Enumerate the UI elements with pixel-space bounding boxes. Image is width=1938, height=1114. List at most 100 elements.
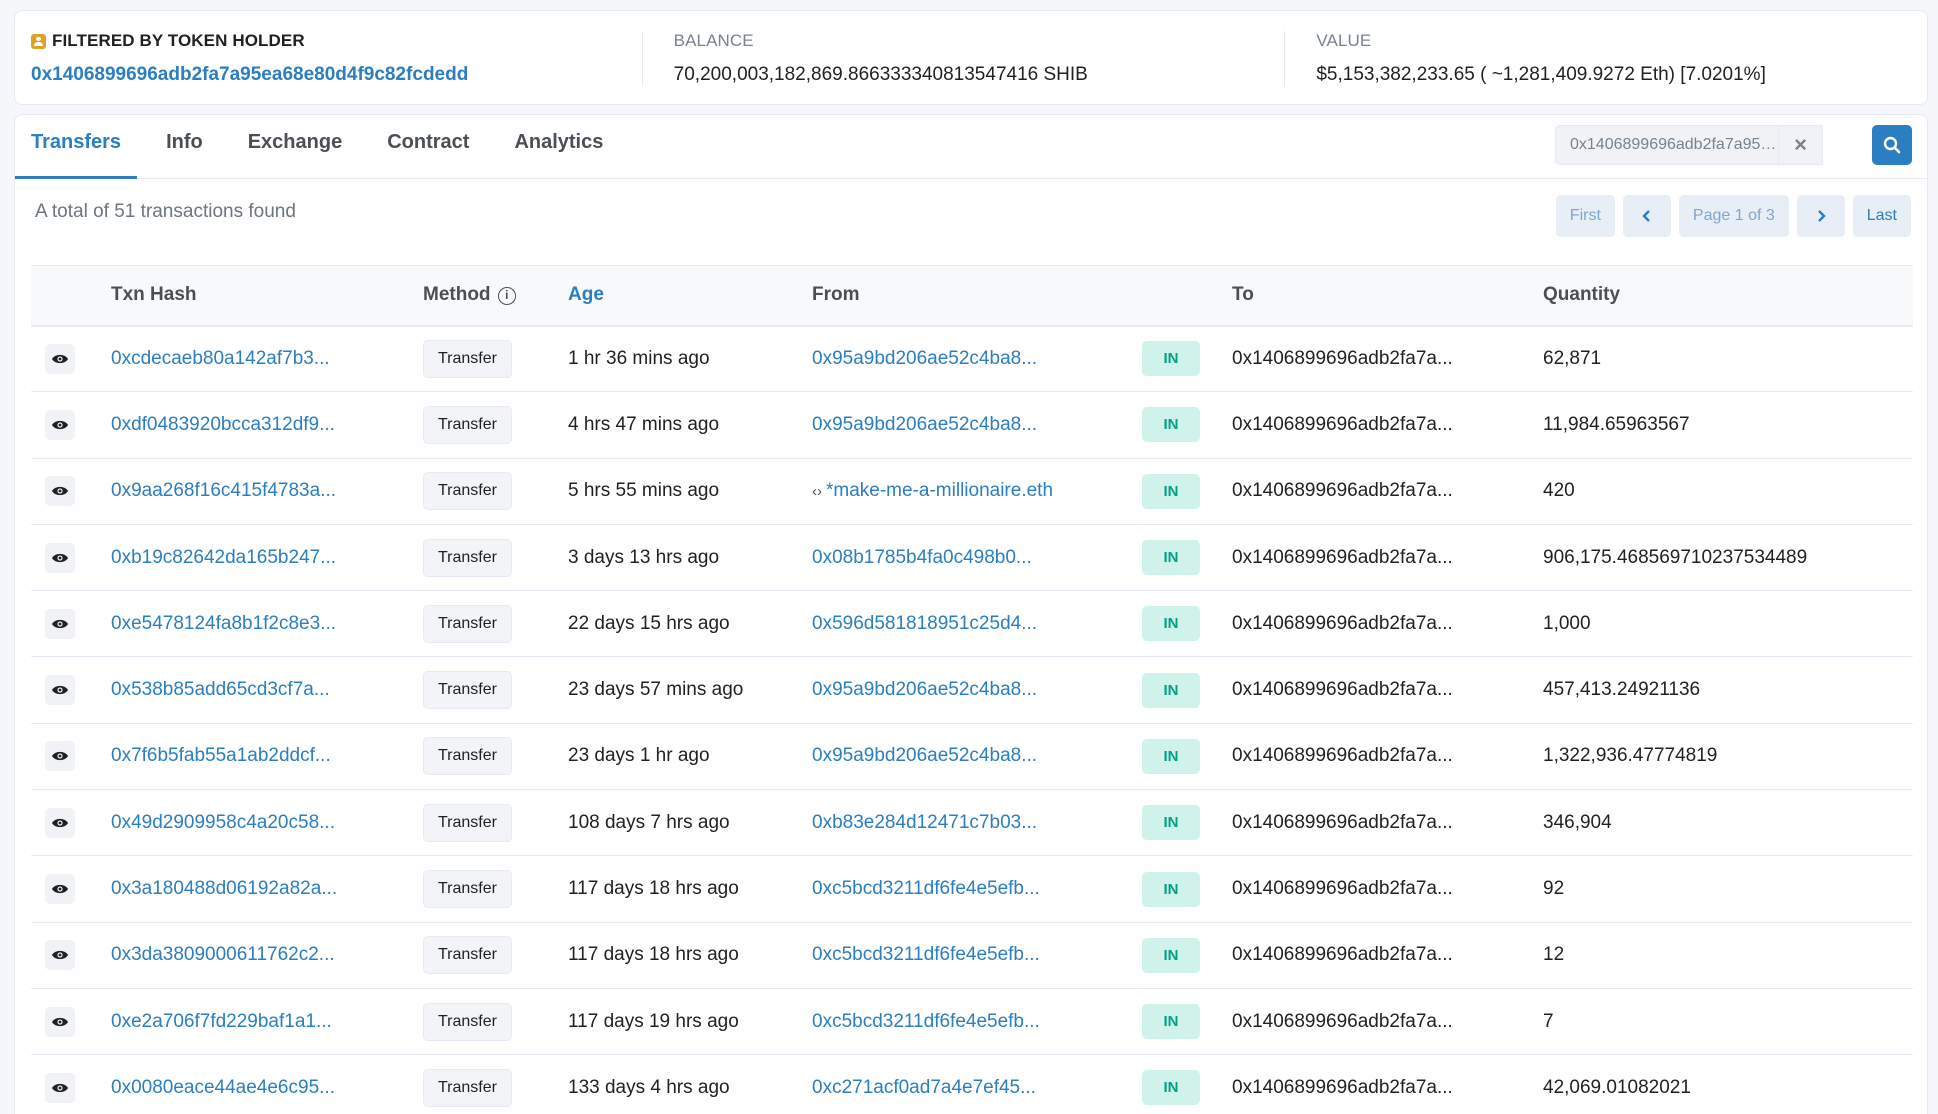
direction-cell: IN [1142,524,1232,590]
from-address-link[interactable]: 0xc5bcd3211df6fe4e5efb... [812,878,1040,899]
txn-hash-link[interactable]: 0x9aa268f16c415f4783a... [111,458,423,524]
method-badge: Transfer [423,737,512,776]
table-row: 0xcdecaeb80a142af7b3... Transfer 1 hr 36… [31,326,1913,392]
table-header-row: Txn Hash Method i Age From To Quantity [31,265,1913,326]
eye-cell [31,790,111,856]
txn-hash-link[interactable]: 0xdf0483920bcca312df9... [111,392,423,458]
from-address-link[interactable]: 0x95a9bd206ae52c4ba8... [812,348,1037,369]
from-address-link[interactable]: 0xc5bcd3211df6fe4e5efb... [812,1011,1040,1032]
first-page-button[interactable]: First [1555,195,1615,237]
table-row: 0x9aa268f16c415f4783a... Transfer 5 hrs … [31,458,1913,525]
quantity-cell: 457,413.24921136 [1543,679,1701,701]
transfers-card: Transfers Info Exchange Contract Analyti… [14,114,1928,1114]
table-row: 0xe5478124fa8b1f2c8e3... Transfer 22 day… [31,591,1913,657]
eye-icon[interactable] [45,675,75,706]
table-row: 0xe2a706f7fd229baf1a1... Transfer 117 da… [31,988,1913,1055]
to-address: 0x1406899696adb2fa7a... [1232,347,1453,369]
tab-bar: Transfers Info Exchange Contract Analyti… [14,115,1927,179]
txn-hash-link[interactable]: 0xe5478124fa8b1f2c8e3... [111,591,423,657]
to-address: 0x1406899696adb2fa7a... [1232,1010,1453,1032]
direction-badge: IN [1142,540,1200,576]
table-row: 0xb19c82642da165b247... Transfer 3 days … [31,524,1913,591]
pagination: First Page 1 of 3 Last [1555,195,1911,237]
to-address: 0x1406899696adb2fa7a... [1232,480,1453,502]
from-address-link[interactable]: 0xc271acf0ad7a4e7ef45... [812,1077,1036,1098]
eye-icon[interactable] [45,1006,75,1037]
close-icon[interactable]: × [1778,126,1822,164]
from-address-link[interactable]: 0x95a9bd206ae52c4ba8... [812,745,1037,766]
chevron-right-icon [1817,210,1826,222]
tab-info[interactable]: Info [166,131,203,178]
method-cell: Transfer [423,988,568,1054]
quantity-cell: 1,322,936.47774819 [1543,745,1718,767]
eye-icon[interactable] [45,874,75,905]
address-filter-input[interactable] [1556,136,1778,154]
from-cell: 0xc5bcd3211df6fe4e5efb... [812,988,1142,1054]
from-cell: ‹› *make-me-a-millionaire.eth [812,458,1142,524]
txn-hash-link[interactable]: 0x538b85add65cd3cf7a... [111,657,423,723]
txn-hash-link[interactable]: 0x49d2909958c4a20c58... [111,790,423,856]
eye-icon[interactable] [45,409,75,440]
direction-badge: IN [1142,672,1200,708]
eye-icon[interactable] [45,807,75,838]
txn-hash-link[interactable]: 0xe2a706f7fd229baf1a1... [111,988,423,1054]
direction-cell: IN [1142,657,1232,723]
last-page-button[interactable]: Last [1852,195,1911,237]
quantity-cell: 42,069.01082021 [1543,1076,1691,1098]
txn-hash-link[interactable]: 0x3a180488d06192a82a... [111,856,423,922]
eye-icon[interactable] [45,741,75,772]
txn-hash-link[interactable]: 0x7f6b5fab55a1ab2ddcf... [111,723,423,789]
to-address: 0x1406899696adb2fa7a... [1232,679,1453,701]
direction-cell: IN [1142,723,1232,789]
balance-cell: BALANCE 70,200,003,182,869.8663333408135… [641,11,1285,104]
age-cell: 117 days 18 hrs ago [568,944,739,966]
from-address-link[interactable]: 0x08b1785b4fa0c498b0... [812,547,1032,568]
header-age[interactable]: Age [568,266,812,326]
txn-hash-link[interactable]: 0xcdecaeb80a142af7b3... [111,326,423,392]
from-cell: 0xc5bcd3211df6fe4e5efb... [812,922,1142,988]
balance-label: BALANCE [673,31,754,50]
from-cell: 0x95a9bd206ae52c4ba8... [812,657,1142,723]
from-address-link[interactable]: 0x596d581818951c25d4... [812,613,1037,634]
method-badge: Transfer [423,538,512,577]
table-row: 0x49d2909958c4a20c58... Transfer 108 day… [31,790,1913,856]
value-label: VALUE [1316,31,1372,50]
balance-value: 70,200,003,182,869.866333340813547416 SH… [673,64,1088,85]
tab-contract[interactable]: Contract [387,131,469,178]
tab-exchange[interactable]: Exchange [248,131,342,178]
from-cell: 0xc5bcd3211df6fe4e5efb... [812,856,1142,922]
from-address-link[interactable]: 0xc5bcd3211df6fe4e5efb... [812,944,1040,965]
method-cell: Transfer [423,392,568,458]
tab-transfers[interactable]: Transfers [14,131,138,179]
next-page-button[interactable] [1796,195,1845,237]
holder-address-link[interactable]: 0x1406899696adb2fa7a95ea68e80d4f9c82fcde… [31,64,642,86]
eye-icon[interactable] [45,1072,75,1103]
table-row: 0x0080eace44ae4e6c95... Transfer 133 day… [31,1055,1913,1114]
tab-analytics[interactable]: Analytics [514,131,603,178]
txn-hash-link[interactable]: 0xb19c82642da165b247... [111,524,423,590]
token-holder-summary: FILTERED BY TOKEN HOLDER 0x1406899696adb… [14,10,1928,105]
txn-hash-link[interactable]: 0x3da3809000611762c2... [111,922,423,988]
header-txn-hash: Txn Hash [111,284,197,306]
prev-page-button[interactable] [1622,195,1671,237]
from-cell: 0x95a9bd206ae52c4ba8... [812,392,1142,458]
info-icon[interactable]: i [497,287,516,306]
eye-icon[interactable] [45,343,75,374]
eye-icon[interactable] [45,608,75,639]
transactions-count: A total of 51 transactions found [35,201,296,222]
from-address-link[interactable]: 0x95a9bd206ae52c4ba8... [812,679,1037,700]
from-address-link[interactable]: 0x95a9bd206ae52c4ba8... [812,414,1037,435]
from-address-link[interactable]: 0xb83e284d12471c7b03... [812,812,1037,833]
direction-cell: IN [1142,392,1232,458]
eye-icon[interactable] [45,940,75,971]
txn-hash-link[interactable]: 0x0080eace44ae4e6c95... [111,1055,423,1114]
header-eye [31,266,111,326]
direction-cell: IN [1142,922,1232,988]
quantity-cell: 12 [1543,944,1565,966]
age-cell: 3 days 13 hrs ago [568,546,720,568]
chevron-left-icon [1642,210,1650,222]
from-address-link[interactable]: *make-me-a-millionaire.eth [826,480,1053,501]
eye-icon[interactable] [45,476,75,507]
eye-icon[interactable] [45,542,75,573]
search-button[interactable] [1872,125,1912,165]
